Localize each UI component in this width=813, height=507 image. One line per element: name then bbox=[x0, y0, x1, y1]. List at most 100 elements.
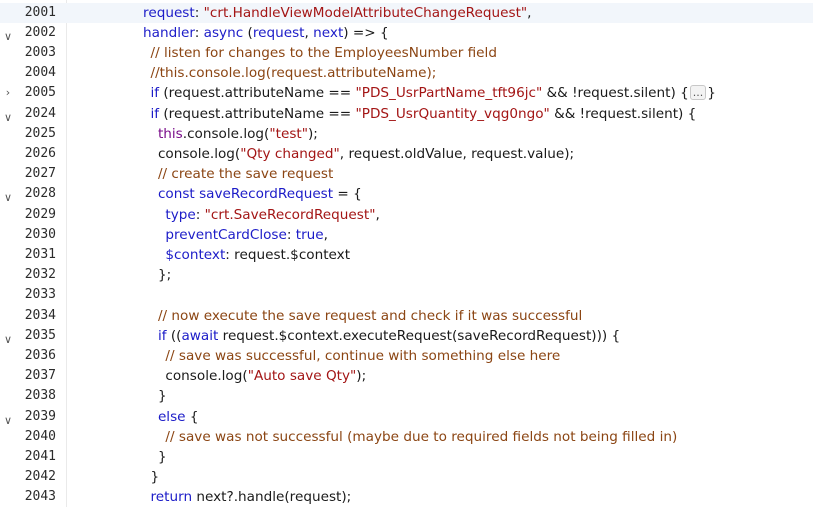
code-token: type bbox=[165, 206, 196, 223]
code-line[interactable]: 2024 ∨ if (request.attributeName == "PDS_U… bbox=[0, 104, 813, 124]
code-text[interactable]: if (request.attributeName == "PDS_UsrQua… bbox=[151, 104, 697, 124]
code-text[interactable]: // save was successful, continue with so… bbox=[165, 346, 560, 366]
code-token: if bbox=[150, 105, 160, 122]
line-number: 2029 bbox=[24, 206, 56, 222]
code-text[interactable]: } bbox=[151, 467, 160, 487]
code-token: ( bbox=[243, 24, 253, 41]
line-number: 2001 bbox=[24, 4, 56, 20]
code-line[interactable]: 2037 console.log("Auto save Qty"); bbox=[0, 366, 813, 386]
code-token: ); bbox=[356, 368, 367, 385]
code-token: : bbox=[195, 206, 205, 223]
code-token: request bbox=[143, 4, 195, 21]
code-text[interactable]: // save was not successful (maybe due to… bbox=[165, 427, 677, 447]
code-line[interactable]: 2002 ∨ handler: async (request, next) => { bbox=[0, 23, 813, 43]
code-text[interactable]: if (request.attributeName == "PDS_UsrPar… bbox=[151, 83, 716, 103]
line-number: 2003 bbox=[24, 44, 56, 60]
code-token: // now execute the save request and chec… bbox=[157, 307, 583, 324]
code-text[interactable]: //this.console.log(request.attributeName… bbox=[151, 63, 437, 83]
code-token: "PDS_UsrPartName_tft96jc" bbox=[355, 85, 543, 102]
code-token: "Qty changed" bbox=[240, 145, 340, 162]
code-token: (request.attributeName == bbox=[159, 105, 356, 122]
code-token: && !request.silent) { bbox=[549, 105, 697, 122]
code-line[interactable]: 2027 // create the save request bbox=[0, 164, 813, 184]
code-editor[interactable]: 2001 request: "crt.HandleViewModelAttribu… bbox=[0, 0, 813, 507]
code-token: // listen for changes to the EmployeesNu… bbox=[150, 44, 497, 61]
code-line[interactable]: 2028 ∨ const saveRecordRequest = { bbox=[0, 184, 813, 204]
code-line[interactable]: 2040 // save was not successful (maybe du… bbox=[0, 427, 813, 447]
code-text[interactable]: console.log("Qty changed", request.oldVa… bbox=[158, 144, 574, 164]
code-text[interactable]: $context: request.$context bbox=[165, 245, 350, 265]
code-token: // save was not successful (maybe due to… bbox=[165, 428, 678, 445]
code-text[interactable]: return next?.handle(request); bbox=[151, 487, 352, 507]
line-number: 2033 bbox=[24, 287, 56, 303]
code-text[interactable]: // listen for changes to the EmployeesNu… bbox=[151, 43, 497, 63]
code-text[interactable]: } bbox=[158, 386, 167, 406]
code-text[interactable]: } bbox=[158, 447, 167, 467]
code-line[interactable]: 2003 // listen for changes to the Employe… bbox=[0, 43, 813, 63]
code-text[interactable]: else { bbox=[158, 407, 199, 427]
code-line[interactable]: 2039 ∨ else { bbox=[0, 407, 813, 427]
code-token: if bbox=[157, 327, 167, 344]
code-text[interactable]: }; bbox=[158, 265, 171, 285]
code-token: async bbox=[203, 24, 244, 41]
code-token: ) => { bbox=[343, 24, 389, 41]
code-line[interactable]: 2005 › if (request.attributeName == "PDS_U… bbox=[0, 83, 813, 103]
code-line[interactable]: 2032}; bbox=[0, 265, 813, 285]
code-line[interactable]: 2034 // now execute the save request and … bbox=[0, 306, 813, 326]
code-token: } bbox=[157, 448, 167, 465]
code-line[interactable]: 2038} bbox=[0, 386, 813, 406]
code-token: : bbox=[194, 4, 204, 21]
code-text[interactable]: // create the save request bbox=[158, 164, 333, 184]
code-token: "Auto save Qty" bbox=[247, 368, 357, 385]
line-number: 2030 bbox=[24, 226, 56, 242]
code-token: } bbox=[707, 85, 716, 102]
code-line[interactable]: 2042} bbox=[0, 467, 813, 487]
code-text[interactable]: // now execute the save request and chec… bbox=[158, 306, 582, 326]
code-line[interactable]: 2029 type: "crt.SaveRecordRequest", bbox=[0, 205, 813, 225]
code-line[interactable]: 2036 // save was successful, continue wit… bbox=[0, 346, 813, 366]
line-number: 2026 bbox=[24, 145, 56, 161]
code-line[interactable]: 2041} bbox=[0, 447, 813, 467]
code-token: const bbox=[157, 186, 195, 203]
code-line[interactable]: 2025 this.console.log("test"); bbox=[0, 124, 813, 144]
code-token: } bbox=[157, 388, 167, 405]
code-token: (( bbox=[166, 327, 182, 344]
code-token: next?.handle(request); bbox=[192, 489, 352, 506]
code-text[interactable]: preventCardClose: true, bbox=[165, 225, 328, 245]
code-line[interactable]: 2004 //this.console.log(request.attribute… bbox=[0, 63, 813, 83]
code-token: ); bbox=[308, 125, 318, 142]
line-number: 2040 bbox=[24, 428, 56, 444]
code-line[interactable]: 2030 preventCardClose: true, bbox=[0, 225, 813, 245]
code-text[interactable]: console.log("Auto save Qty"); bbox=[165, 366, 366, 386]
code-line[interactable]: 2026 console.log("Qty changed", request.o… bbox=[0, 144, 813, 164]
code-line[interactable]: 2033 bbox=[0, 285, 813, 305]
code-token: request bbox=[252, 24, 305, 41]
code-text[interactable]: this.console.log("test"); bbox=[158, 124, 318, 144]
code-text[interactable]: type: "crt.SaveRecordRequest", bbox=[165, 205, 379, 225]
line-number: 2036 bbox=[24, 347, 56, 363]
code-text[interactable]: request: "crt.HandleViewModelAttributeCh… bbox=[143, 3, 531, 23]
code-token: (request.attributeName == bbox=[159, 85, 356, 102]
code-token: "crt.HandleViewModelAttributeChangeReque… bbox=[203, 4, 528, 21]
folded-code-ellipsis[interactable]: ... bbox=[689, 85, 707, 101]
code-text[interactable]: if ((await request.$context.executeReque… bbox=[158, 326, 620, 346]
code-line[interactable]: 2043 return next?.handle(request); bbox=[0, 487, 813, 507]
code-line[interactable]: 2031 $context: request.$context bbox=[0, 245, 813, 265]
code-token: handler bbox=[143, 24, 195, 41]
code-text[interactable]: handler: async (request, next) => { bbox=[143, 23, 389, 43]
code-token: return bbox=[150, 489, 193, 506]
code-text[interactable]: const saveRecordRequest = { bbox=[158, 184, 362, 204]
code-token: preventCardClose bbox=[165, 226, 287, 243]
line-number: 2037 bbox=[24, 368, 56, 384]
code-line[interactable]: 2001 request: "crt.HandleViewModelAttribu… bbox=[0, 2, 813, 23]
fold-collapsed-icon[interactable]: › bbox=[3, 83, 13, 103]
code-token: console.log( bbox=[165, 368, 248, 385]
code-token: true bbox=[295, 226, 324, 243]
code-token: , request.oldValue, request.value); bbox=[339, 145, 575, 162]
line-number: 2031 bbox=[24, 246, 56, 262]
code-token: : request.$context bbox=[225, 246, 351, 263]
code-token: "crt.SaveRecordRequest" bbox=[204, 206, 376, 223]
code-token: , bbox=[323, 226, 328, 243]
code-token: await bbox=[181, 327, 219, 344]
code-line[interactable]: 2035 ∨ if ((await request.$context.execute… bbox=[0, 326, 813, 346]
